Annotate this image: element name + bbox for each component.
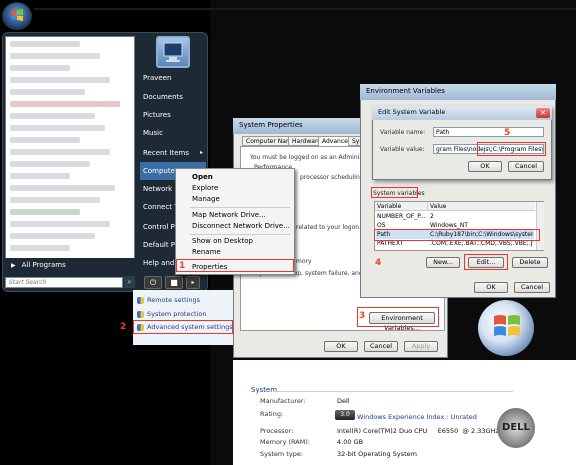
start-item-label: Music xyxy=(143,129,163,137)
table-row[interactable]: NUMBER_OF_P... xyxy=(375,212,427,221)
link-label: Remote settings xyxy=(147,296,201,304)
dell-logo: DELL xyxy=(497,408,535,448)
remote-settings-link[interactable]: Remote settings xyxy=(137,296,200,304)
edit-system-variable-title: Edit System Variable xyxy=(372,106,552,120)
highlight-advanced-settings xyxy=(133,320,233,334)
highlight-properties xyxy=(176,259,294,272)
system-section-heading: System xyxy=(251,386,278,394)
start-item-label: Network xyxy=(143,185,173,193)
system-type-value: 32-bit Operating System xyxy=(337,450,417,458)
performance-desc: processor scheduling, memor xyxy=(300,174,360,181)
start-item-pictures[interactable]: Pictures xyxy=(140,106,206,124)
variable-name-label: Variable name: xyxy=(380,129,426,136)
startup-label: mory xyxy=(296,258,312,265)
column-variable: Variable xyxy=(375,202,427,211)
taskbar-strip xyxy=(34,8,576,10)
highlight-edit-button xyxy=(464,254,508,270)
start-item-label: Control Pa xyxy=(143,223,179,231)
shield-icon xyxy=(137,310,144,318)
step-4-marker: 4 xyxy=(375,258,382,268)
admin-notice: You must be logged on as an Administrato… xyxy=(250,154,360,161)
highlight-system-variables xyxy=(371,187,418,198)
power-icon: ⏻ xyxy=(149,278,157,287)
edit-cancel-button[interactable]: Cancel xyxy=(508,161,544,172)
start-item-documents[interactable]: Documents xyxy=(140,88,206,106)
step-5-marker: 5 xyxy=(504,128,511,138)
menu-explore[interactable]: Explore xyxy=(192,183,218,194)
column-value: Value xyxy=(427,202,535,211)
user-profiles-desc: related to your logon xyxy=(296,224,360,231)
manufacturer-value: Dell xyxy=(337,397,350,405)
system-variables-table: Variable Value NUMBER_OF_P... 2 OS Windo… xyxy=(374,201,544,251)
shield-icon xyxy=(137,296,144,304)
new-variable-button[interactable]: New... xyxy=(426,257,460,268)
rating-badge: 3.0 xyxy=(335,410,355,420)
environment-variables-title: Environment Variables xyxy=(360,84,556,100)
variable-name-field[interactable]: Path xyxy=(433,127,544,137)
windows-flag-icon xyxy=(11,9,23,21)
start-search-input[interactable]: Start Search xyxy=(5,277,123,288)
lock-button[interactable]: ■ xyxy=(165,276,183,289)
menu-map-drive[interactable]: Map Network Drive... xyxy=(192,210,266,221)
menu-rename[interactable]: Rename xyxy=(192,247,221,258)
start-item-label: Pictures xyxy=(143,111,171,119)
system-type-label: System type: xyxy=(260,450,304,458)
env-cancel-button[interactable]: Cancel xyxy=(514,282,550,293)
variable-value-label: Variable value: xyxy=(380,146,425,153)
start-item-label: Documents xyxy=(143,93,183,101)
table-cell-value: 2 xyxy=(430,213,434,220)
arrow-right-icon: ▶ xyxy=(11,262,16,269)
link-label: System protection xyxy=(147,310,207,318)
task-links-panel: Remote settings System protection Advanc… xyxy=(133,290,233,345)
start-item-user[interactable]: Praveen xyxy=(140,69,206,87)
menu-open[interactable]: Open xyxy=(192,172,213,183)
manufacturer-label: Manufacturer: xyxy=(260,397,306,405)
processor-label: Processor: xyxy=(260,427,294,435)
all-programs-button[interactable]: ▶ All Programs xyxy=(5,258,135,272)
table-scrollbar[interactable] xyxy=(536,202,544,250)
start-item-music[interactable]: Music xyxy=(140,124,206,142)
start-menu-programs-list xyxy=(5,36,135,272)
env-ok-button[interactable]: OK xyxy=(474,282,508,293)
close-icon: ✕ xyxy=(540,109,546,117)
memory-label: Memory (RAM): xyxy=(260,438,311,446)
shutdown-options-button[interactable]: ▸ xyxy=(186,276,200,289)
windows-flag-icon xyxy=(494,315,520,336)
highlight-env-button xyxy=(357,307,439,327)
delete-variable-button[interactable]: Delete xyxy=(512,257,548,268)
close-button[interactable]: ✕ xyxy=(536,108,550,118)
system-protection-link[interactable]: System protection xyxy=(137,310,207,318)
chevron-right-icon: ▸ xyxy=(199,149,203,156)
menu-disconnect-drive[interactable]: Disconnect Network Drive... xyxy=(192,221,290,232)
cancel-button[interactable]: Cancel xyxy=(364,341,398,352)
memory-value: 4.00 GB xyxy=(337,438,364,446)
start-item-label: Praveen xyxy=(143,74,172,82)
edit-ok-button[interactable]: OK xyxy=(468,161,502,172)
lock-icon: ■ xyxy=(170,278,178,287)
search-icon[interactable]: ⌕ xyxy=(124,276,135,288)
start-item-recent[interactable]: Recent Items ▸ xyxy=(140,144,206,162)
step-3-marker: 3 xyxy=(359,311,366,321)
highlight-path-row xyxy=(374,229,540,241)
menu-manage[interactable]: Manage xyxy=(192,194,220,205)
start-item-label: Computer xyxy=(143,167,178,175)
chevron-right-icon: ▸ xyxy=(191,279,195,286)
step-1-marker: 1 xyxy=(179,261,186,271)
power-button[interactable]: ⏻ xyxy=(144,276,162,289)
experience-index-link[interactable]: Windows Experience Index : Unrated xyxy=(357,413,477,421)
apply-button[interactable]: Apply xyxy=(404,341,438,352)
menu-show-desktop[interactable]: Show on Desktop xyxy=(192,236,253,247)
highlight-value-field xyxy=(477,142,546,156)
all-programs-label: All Programs xyxy=(21,261,66,269)
step-2-marker: 2 xyxy=(120,322,127,332)
ok-button[interactable]: OK xyxy=(324,341,358,352)
start-item-label: Recent Items xyxy=(143,149,189,157)
user-picture-icon xyxy=(156,36,190,68)
rating-label: Rating: xyxy=(260,410,284,418)
